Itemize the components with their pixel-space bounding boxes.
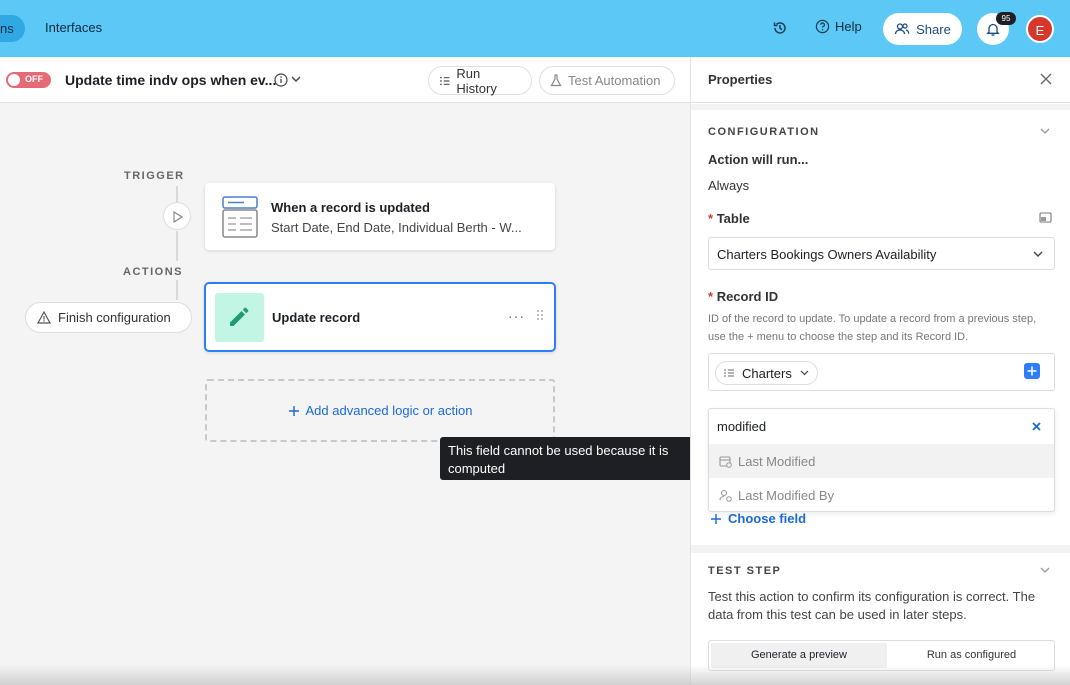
field-option-label: Last Modified xyxy=(738,453,816,469)
test-trigger-button[interactable] xyxy=(163,202,191,230)
automation-toolbar: OFF Update time indv ops when ev... Run … xyxy=(0,57,690,103)
table-select[interactable]: Charters Bookings Owners Availability xyxy=(708,237,1055,270)
properties-panel: Properties CONFIGURATION Action will run… xyxy=(690,57,1070,685)
choose-field-button[interactable]: Choose field xyxy=(710,511,806,526)
divider xyxy=(691,104,1070,110)
more-options-icon[interactable]: ··· xyxy=(508,308,525,324)
record-chip-label: Charters xyxy=(742,365,792,381)
chevron-down-icon xyxy=(1033,251,1043,257)
record-id-input[interactable]: Charters xyxy=(708,353,1055,391)
field-option-last-modified[interactable]: Last Modified xyxy=(709,444,1054,478)
pencil-icon-box xyxy=(215,293,264,342)
help-button[interactable]: Help xyxy=(815,19,862,34)
flask-icon xyxy=(550,74,562,87)
test-step-heading: TEST STEP xyxy=(708,565,782,577)
notification-count-badge: 95 xyxy=(996,12,1016,25)
chevron-down-icon[interactable] xyxy=(1040,128,1050,135)
panel-header: Properties xyxy=(691,57,1070,103)
share-button[interactable]: Share xyxy=(883,13,962,45)
help-icon xyxy=(815,19,830,34)
action-will-run-label: Action will run... xyxy=(708,152,809,167)
finish-configuration-button[interactable]: Finish configuration xyxy=(25,302,192,333)
automation-on-off-toggle[interactable]: OFF xyxy=(6,72,51,88)
chevron-down-icon[interactable] xyxy=(291,75,301,83)
trigger-title: When a record is updated xyxy=(271,200,430,215)
automation-title[interactable]: Update time indv ops when ev... xyxy=(65,72,276,88)
user-clock-icon xyxy=(719,489,732,502)
divider xyxy=(691,545,1070,553)
plus-icon xyxy=(1027,366,1037,376)
calendar-clock-icon xyxy=(719,455,732,468)
history-icon[interactable] xyxy=(772,20,788,36)
chevron-down-icon[interactable] xyxy=(1040,567,1050,574)
expand-icon[interactable] xyxy=(1039,212,1052,223)
connector-line xyxy=(176,231,178,261)
record-id-label-text: Record ID xyxy=(716,289,779,304)
choose-field-label: Choose field xyxy=(728,511,807,526)
tab-automations[interactable]: ns xyxy=(0,15,25,42)
trigger-heading: TRIGGER xyxy=(124,170,185,182)
run-history-button[interactable]: Run History xyxy=(428,65,532,96)
toggle-label: OFF xyxy=(25,74,43,84)
info-icon[interactable] xyxy=(274,73,288,87)
action-will-run-value[interactable]: Always xyxy=(708,178,749,193)
test-automation-button[interactable]: Test Automation xyxy=(539,66,675,95)
bottom-shadow xyxy=(0,665,1070,685)
play-icon xyxy=(173,211,183,223)
plus-icon xyxy=(711,513,721,524)
run-history-label: Run History xyxy=(456,65,497,96)
field-search-dropdown: modified Last Modified Last Modified By xyxy=(708,408,1055,512)
record-updated-icon xyxy=(222,196,258,238)
add-logic-or-action-button[interactable]: Add advanced logic or action xyxy=(205,379,555,442)
plus-icon xyxy=(288,405,299,416)
field-option-last-modified-by[interactable]: Last Modified By xyxy=(709,478,1054,512)
field-search-input[interactable]: modified xyxy=(717,419,766,434)
required-mark: * xyxy=(708,211,714,226)
trigger-fields: Start Date, End Date, Individual Berth -… xyxy=(271,220,522,235)
record-id-label: * Record ID xyxy=(708,289,778,304)
connector-line xyxy=(176,280,178,300)
user-avatar[interactable]: E xyxy=(1026,15,1054,43)
connector-line xyxy=(176,186,178,202)
toggle-knob xyxy=(8,74,20,86)
clear-search-icon[interactable] xyxy=(1032,422,1041,431)
users-icon xyxy=(894,23,910,35)
add-logic-label: Add advanced logic or action xyxy=(305,403,473,418)
pencil-icon xyxy=(230,307,249,326)
configuration-heading: CONFIGURATION xyxy=(708,126,820,138)
tab-interfaces[interactable]: Interfaces xyxy=(45,20,102,35)
help-label: Help xyxy=(835,19,862,34)
list-icon xyxy=(724,369,734,377)
drag-handle-icon[interactable] xyxy=(536,309,544,321)
warning-icon xyxy=(37,311,51,324)
actions-heading: ACTIONS xyxy=(123,266,183,278)
list-icon xyxy=(439,76,450,85)
record-token-chip[interactable]: Charters xyxy=(715,361,818,385)
computed-field-tooltip: This field cannot be used because it is … xyxy=(440,437,695,480)
field-option-label: Last Modified By xyxy=(738,487,835,503)
panel-title: Properties xyxy=(708,72,773,87)
action-title: Update record xyxy=(272,310,361,325)
top-bar: ns Interfaces Help Share 95 E xyxy=(0,0,1070,57)
trigger-card[interactable]: When a record is updated Start Date, End… xyxy=(205,183,555,250)
table-label-text: Table xyxy=(716,211,750,226)
table-select-value: Charters Bookings Owners Availability xyxy=(717,247,937,262)
chevron-down-icon xyxy=(800,370,809,376)
share-label: Share xyxy=(916,21,951,37)
required-mark: * xyxy=(708,289,714,304)
test-step-description: Test this action to confirm its configur… xyxy=(708,589,1036,622)
action-card-update-record[interactable]: Update record ··· xyxy=(204,282,556,352)
test-automation-label: Test Automation xyxy=(568,73,661,88)
close-icon[interactable] xyxy=(1040,73,1052,85)
table-label: * Table xyxy=(708,211,750,226)
record-id-help-text: ID of the record to update. To update a … xyxy=(708,313,1037,343)
insert-token-button[interactable] xyxy=(1024,363,1040,379)
finish-configuration-label: Finish configuration xyxy=(58,310,171,325)
